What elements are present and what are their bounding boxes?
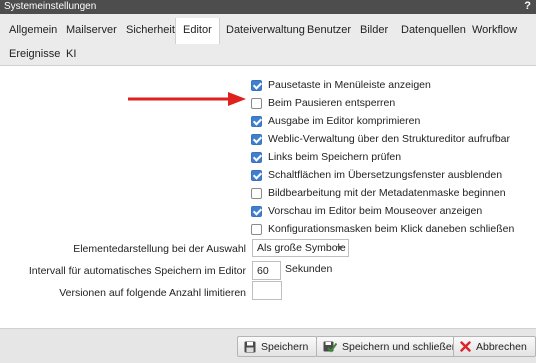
autosave-interval-input[interactable] xyxy=(252,261,281,280)
tab-datenquellen[interactable]: Datenquellen xyxy=(394,18,473,42)
option-row[interactable]: Schaltflächen im Übersetzungsfenster aus… xyxy=(251,167,502,183)
save-and-close-button[interactable]: Speichern und schließen xyxy=(316,336,467,357)
option-label: Weblic-Verwaltung über den Strukturedito… xyxy=(268,133,511,145)
window-title: Systemeinstellungen xyxy=(4,1,97,12)
option-label: Links beim Speichern prüfen xyxy=(268,151,402,163)
checkbox[interactable] xyxy=(251,115,262,127)
help-icon[interactable]: ? xyxy=(524,0,531,12)
close-icon xyxy=(460,341,471,352)
option-label: Vorschau im Editor beim Mouseover anzeig… xyxy=(268,205,483,217)
tab-editor[interactable]: Editor xyxy=(175,18,220,44)
tab-ereignisse[interactable]: Ereignisse xyxy=(2,42,67,66)
tab-bar: Allgemein Mailserver Sicherheit Editor D… xyxy=(0,14,536,66)
versions-limit-input[interactable] xyxy=(252,281,282,300)
checkbox[interactable] xyxy=(251,79,262,91)
checkbox[interactable] xyxy=(251,169,262,181)
tab-benutzer[interactable]: Benutzer xyxy=(300,18,358,42)
tab-allgemein[interactable]: Allgemein xyxy=(2,18,64,42)
element-display-select[interactable]: Als große Symbole xyxy=(252,239,349,257)
tab-mailserver[interactable]: Mailserver xyxy=(59,18,124,42)
checkbox[interactable] xyxy=(251,151,262,163)
element-display-value: Als große Symbole xyxy=(257,242,346,254)
option-label: Bildbearbeitung mit der Metadatenmaske b… xyxy=(268,187,506,199)
option-row[interactable]: Links beim Speichern prüfen xyxy=(251,149,401,165)
option-row[interactable]: Ausgabe im Editor komprimieren xyxy=(251,113,420,129)
checkbox[interactable] xyxy=(251,133,262,145)
dialog-footer: Speichern Speichern und schließen Abbrec… xyxy=(0,328,536,363)
option-label: Ausgabe im Editor komprimieren xyxy=(268,115,421,127)
option-row[interactable]: Vorschau im Editor beim Mouseover anzeig… xyxy=(251,203,482,219)
checkbox[interactable] xyxy=(251,97,262,109)
versions-label: Versionen auf folgende Anzahl limitieren xyxy=(59,287,246,299)
cancel-button-label: Abbrechen xyxy=(476,340,527,353)
title-bar: Systemeinstellungen ? xyxy=(0,0,536,14)
floppy-disk-icon xyxy=(244,341,256,353)
checkbox[interactable] xyxy=(251,187,262,199)
checkbox[interactable] xyxy=(251,223,262,235)
option-row[interactable]: Weblic-Verwaltung über den Strukturedito… xyxy=(251,131,510,147)
option-label: Pausetaste in Menüleiste anzeigen xyxy=(268,79,431,91)
autosave-label: Intervall für automatisches Speichern im… xyxy=(28,265,246,277)
element-display-label: Elementedarstellung bei der Auswahl xyxy=(73,243,246,255)
option-label: Beim Pausieren entsperren xyxy=(268,97,396,109)
autosave-unit: Sekunden xyxy=(285,263,333,275)
option-row[interactable]: Pausetaste in Menüleiste anzeigen xyxy=(251,77,431,93)
cancel-button[interactable]: Abbrechen xyxy=(453,336,536,357)
option-label: Konfigurationsmasken beim Klick daneben … xyxy=(268,223,515,235)
save-close-icon xyxy=(323,340,337,353)
tab-dateiverwaltung[interactable]: Dateiverwaltung xyxy=(219,18,312,42)
option-row[interactable]: Beim Pausieren entsperren xyxy=(251,95,395,111)
tab-workflow[interactable]: Workflow xyxy=(465,18,524,42)
save-button-label: Speichern xyxy=(261,340,309,353)
option-row[interactable]: Bildbearbeitung mit der Metadatenmaske b… xyxy=(251,185,506,201)
chevron-down-icon xyxy=(337,246,343,250)
option-label: Schaltflächen im Übersetzungsfenster aus… xyxy=(268,169,503,181)
save-button[interactable]: Speichern xyxy=(237,336,318,357)
option-row[interactable]: Konfigurationsmasken beim Klick daneben … xyxy=(251,221,514,237)
tab-sicherheit[interactable]: Sicherheit xyxy=(119,18,182,42)
tab-bilder[interactable]: Bilder xyxy=(353,18,395,42)
tab-ki[interactable]: KI xyxy=(59,42,83,66)
red-arrow-annotation xyxy=(128,92,246,106)
checkbox[interactable] xyxy=(251,205,262,217)
save-and-close-label: Speichern und schließen xyxy=(342,340,458,353)
